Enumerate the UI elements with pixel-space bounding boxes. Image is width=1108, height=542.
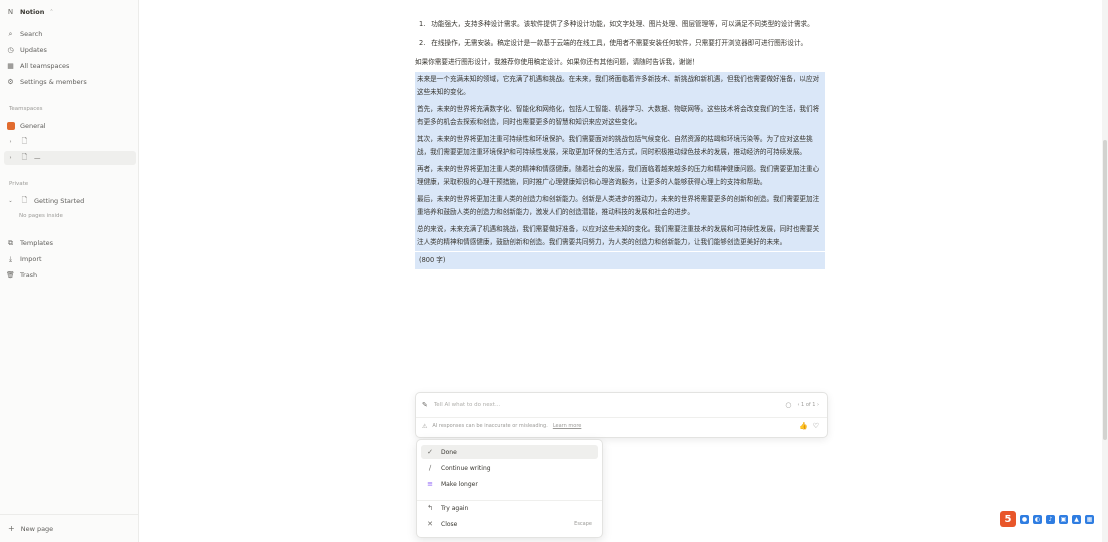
menu-shortcut: Escape bbox=[574, 521, 592, 527]
char-count: (800 字) bbox=[415, 252, 825, 269]
menu-item-done[interactable]: ✓ Done bbox=[421, 445, 598, 459]
grid-apps-icon[interactable]: ▦ bbox=[1085, 514, 1094, 524]
close-icon: ✕ bbox=[427, 520, 433, 528]
page-icon: 🗋 bbox=[21, 152, 28, 161]
ai-prompt-box: ✎ ○ ‹ 1 of 1 › ⚠ AI responses can be ina… bbox=[415, 392, 828, 438]
plus-icon: + bbox=[8, 524, 15, 533]
generated-paragraph: 最后，未来的世界将更加注重人类的创造力和创新能力。创新是人类进步的推动力，未来的… bbox=[417, 195, 820, 216]
pen-icon: ∕ bbox=[428, 464, 432, 472]
sidebar-item-getting-started[interactable]: ⌄ 🗋 Getting Started bbox=[6, 194, 134, 208]
sidebar-item-label: Trash bbox=[20, 271, 38, 279]
menu-item-label: Done bbox=[441, 448, 457, 456]
menu-item-close[interactable]: ✕ Close Escape bbox=[421, 517, 598, 531]
shirt-icon[interactable]: ▲ bbox=[1072, 514, 1081, 524]
sidebar-item-label: Templates bbox=[20, 239, 54, 247]
gear-icon: ⚙ bbox=[7, 78, 14, 86]
chevron-icon: ⌃ bbox=[49, 9, 54, 15]
grid-icon: ▦ bbox=[7, 62, 14, 70]
menu-item-label: Continue writing bbox=[441, 464, 491, 472]
sidebar-item-import[interactable]: ⤓ Import bbox=[6, 252, 134, 266]
teamspaces-heading: Teamspaces bbox=[9, 106, 43, 112]
retry-icon: ↰ bbox=[427, 504, 433, 512]
sidebar-item-label: Updates bbox=[20, 46, 47, 54]
menu-item-label: Make longer bbox=[441, 480, 478, 488]
thumbs-up-icon[interactable]: 👍 bbox=[799, 422, 808, 430]
no-pages-inside: No pages inside bbox=[19, 213, 63, 219]
sidebar-item-updates[interactable]: ◷ Updates bbox=[6, 43, 134, 57]
sidebar-item-templates[interactable]: ⧉ Templates bbox=[6, 236, 134, 250]
sidebar-item-label: — bbox=[34, 154, 41, 162]
response-pager[interactable]: ‹ 1 of 1 › bbox=[797, 402, 819, 408]
page-icon: 🗋 bbox=[21, 136, 28, 145]
list-item-text: 功能强大，支持多种设计需求。该软件提供了多种设计功能，如文字处理、图片处理、图层… bbox=[431, 20, 814, 28]
page-icon: 🗋 bbox=[21, 195, 28, 204]
generated-paragraph: 未来是一个充满未知的领域，它充满了机遇和挑战。在未来，我们将面临着许多新技术、新… bbox=[417, 75, 820, 96]
sidebar-item-label: Getting Started bbox=[34, 197, 85, 205]
chevron-right-icon: › bbox=[9, 139, 12, 145]
generated-paragraph: 首先，未来的世界将充满数字化、智能化和网络化，包括人工智能、机器学习、大数据、物… bbox=[417, 105, 820, 126]
ai-generated-selection[interactable]: 未来是一个充满未知的领域，它充满了机遇和挑战。在未来，我们将面临着许多新技术、新… bbox=[415, 72, 825, 251]
ai-prompt-input[interactable] bbox=[433, 402, 780, 408]
loading-circle-icon: ○ bbox=[785, 401, 792, 409]
ai-sparkle-icon: ✎ bbox=[422, 401, 428, 409]
chat-icon[interactable]: ● bbox=[1020, 514, 1029, 524]
menu-item-try-again[interactable]: ↰ Try again bbox=[421, 501, 598, 515]
menu-item-make-longer[interactable]: ≡ Make longer bbox=[421, 477, 598, 491]
list-item-text: 在线操作，无需安装。稿定设计是一款基于云端的在线工具，使用者不需要安装任何软件，… bbox=[431, 39, 808, 47]
list-number: 1. bbox=[419, 20, 426, 28]
system-tray: 5 ● ◐ ♪ ▣ ▲ ▦ bbox=[1000, 511, 1094, 527]
chevron-right-icon: › bbox=[9, 155, 12, 161]
menu-item-label: Close bbox=[441, 520, 458, 528]
sidebar-item-label: Import bbox=[20, 255, 42, 263]
sidebar-item-search[interactable]: ⌕ Search bbox=[6, 27, 134, 41]
ai-action-menu: ✓ Done ∕ Continue writing ≡ Make longer … bbox=[416, 439, 603, 538]
page-scrollbar[interactable] bbox=[1102, 0, 1108, 542]
thumbs-down-icon[interactable]: ♡ bbox=[813, 422, 819, 430]
sidebar-page-item[interactable]: › 🗋 bbox=[6, 135, 134, 149]
intro-paragraph[interactable]: 如果你需要进行图形设计，我推荐你使用稿定设计。如果你还有其他问题，请随时告诉我，… bbox=[415, 56, 825, 69]
moon-icon[interactable]: ◐ bbox=[1033, 514, 1042, 524]
microphone-icon[interactable]: ♪ bbox=[1046, 514, 1055, 524]
scroll-thumb[interactable] bbox=[1103, 140, 1107, 440]
sidebar-item-trash[interactable]: 🗑 Trash bbox=[6, 268, 134, 282]
notion-logo-icon: N bbox=[7, 8, 14, 16]
sidebar-item-label: Search bbox=[20, 30, 43, 38]
generated-paragraph: 总的来说，未来充满了机遇和挑战，我们需要做好准备，以应对这些未知的变化。我们需要… bbox=[417, 225, 820, 246]
image-icon[interactable]: ▣ bbox=[1059, 514, 1068, 524]
menu-item-continue-writing[interactable]: ∕ Continue writing bbox=[421, 461, 598, 475]
learn-more-link[interactable]: Learn more bbox=[553, 423, 582, 429]
numbered-list-item[interactable]: 1. 功能强大，支持多种设计需求。该软件提供了多种设计功能，如文字处理、图片处理… bbox=[419, 18, 825, 31]
new-page-label: New page bbox=[20, 524, 54, 533]
check-icon: ✓ bbox=[427, 448, 433, 456]
menu-item-label: Try again bbox=[441, 504, 469, 512]
sidebar: N Notion ⌃ ⌕ Search ◷ Updates ▦ All team… bbox=[0, 0, 139, 542]
warning-icon: ⚠ bbox=[422, 422, 428, 430]
chevron-down-icon: ⌄ bbox=[8, 198, 13, 204]
document-body[interactable]: 1. 功能强大，支持多种设计需求。该软件提供了多种设计功能，如文字处理、图片处理… bbox=[415, 18, 825, 269]
numbered-list-item[interactable]: 2. 在线操作，无需安装。稿定设计是一款基于云端的在线工具，使用者不需要安装任何… bbox=[419, 37, 825, 50]
templates-icon: ⧉ bbox=[8, 238, 13, 247]
sidebar-item-label: All teamspaces bbox=[20, 62, 70, 70]
ai-disclaimer: AI responses can be inaccurate or mislea… bbox=[432, 423, 548, 429]
trash-icon: 🗑 bbox=[6, 271, 15, 279]
new-page-button[interactable]: + New page bbox=[0, 514, 138, 542]
generated-paragraph: 其次，未来的世界将更加注重可持续性和环境保护。我们需要面对的挑战包括气候变化、自… bbox=[417, 135, 813, 156]
workspace-switcher[interactable]: N Notion ⌃ bbox=[6, 5, 134, 19]
clock-icon: ◷ bbox=[7, 46, 14, 54]
search-icon: ⌕ bbox=[8, 29, 13, 38]
sidebar-item-all-teamspaces[interactable]: ▦ All teamspaces bbox=[6, 59, 134, 73]
app-badge-icon[interactable]: 5 bbox=[1000, 511, 1016, 527]
lines-icon: ≡ bbox=[427, 480, 433, 488]
sidebar-item-general[interactable]: General bbox=[6, 119, 134, 133]
sidebar-page-item-active[interactable]: › 🗋 — bbox=[4, 151, 136, 165]
general-teamspace-icon bbox=[6, 122, 15, 130]
workspace-name: Notion bbox=[20, 8, 45, 16]
sidebar-item-label: General bbox=[20, 122, 46, 130]
import-icon: ⤓ bbox=[8, 254, 13, 263]
generated-paragraph: 再者，未来的世界将更加注重人类的精神和情感健康。随着社会的发展，我们面临着越来越… bbox=[417, 165, 820, 186]
private-heading: Private bbox=[9, 181, 29, 187]
sidebar-item-label: Settings & members bbox=[20, 78, 87, 86]
list-number: 2. bbox=[419, 39, 426, 47]
sidebar-item-settings[interactable]: ⚙ Settings & members bbox=[6, 75, 134, 89]
